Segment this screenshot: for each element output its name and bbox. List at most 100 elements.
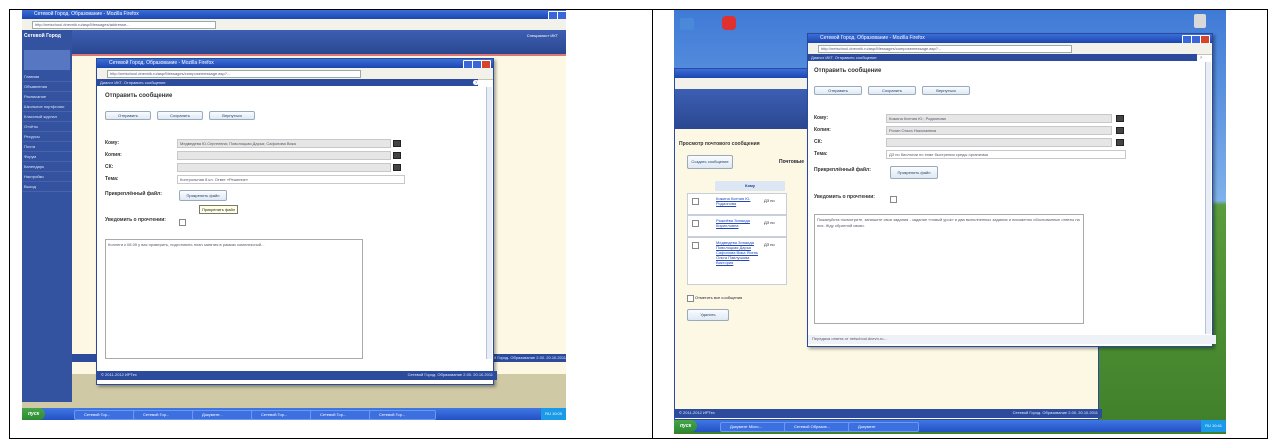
left-screenshot: Сетевой Город. Образование - Mozilla Fir… [22,10,566,420]
copy-book-icon[interactable] [393,152,401,159]
dialog-close-button-right[interactable] [1200,35,1210,43]
subject-label-right: Тема: [814,151,828,157]
dialog-status-left: © 2011-2012 ИРТех [101,372,137,377]
sidebar-item[interactable]: Отчёты [22,122,72,132]
bg-tab[interactable]: Почтовые [779,159,804,165]
delete-button[interactable]: Удалить [687,309,729,321]
row-recipient-link[interactable]: Рыжнёва Зинаида Кирилловна [716,218,760,228]
taskbar-button[interactable]: Документ Micro... [720,422,791,432]
dialog-scrollbar-right[interactable] [1205,62,1211,334]
row-recipient-link[interactable]: Медведева Зинаида Поволоцкая Дарья Сафон… [716,240,760,265]
send-button[interactable]: Отправить [105,111,151,120]
copy-book-icon-right[interactable] [1116,127,1124,134]
sidebar-item[interactable]: Выход [22,182,72,192]
back-button-right[interactable]: Вернуться [922,86,970,95]
create-message-button[interactable]: Создать сообщение [687,155,733,169]
right-screenshot: Просмотр почтового сообщения Создать соо… [674,10,1226,434]
bcc-field[interactable] [177,163,391,172]
outer-url-field[interactable]: http://netschool.dnevnik.ru/asp/Messages… [32,21,216,29]
address-book-icon[interactable] [393,140,401,147]
copy-field[interactable] [177,151,391,160]
taskbar-button[interactable]: Документ [848,422,919,432]
desktop-icon-5[interactable] [1194,14,1206,28]
system-tray-right: RU 10:41 [1201,420,1226,432]
save-button[interactable]: Сохранить [157,111,203,120]
to-label: Кому: [105,140,120,146]
taskbar-button[interactable]: Документ... [192,410,259,420]
left-sidebar: Сетевой Город Главная Объявления Расписани… [22,30,72,402]
attach-label-right: Прикреплённый файл: [814,167,871,173]
tooltip: Прикрепить файл [199,205,239,214]
dialog-window: Сетевой Город. Образование - Mozilla Fir… [96,58,497,385]
table-row[interactable]: Рыжнёва Зинаида Кирилловна ДЗ по [687,215,787,237]
dialog-window-right: Сетевой Город. Образование - Mozilla Fir… [807,33,1216,347]
subject-field[interactable]: Контрольная 8 кл. Ответ «Решение» [177,175,405,184]
sidebar-title: Сетевой Город [24,33,61,39]
notify-label-right: Уведомить о прочтении: [814,194,875,200]
subject-field-right[interactable]: ДЗ по биологии по теме быстрения среды о… [886,150,1126,159]
maximize-button[interactable] [557,11,566,19]
sidebar-item[interactable]: Ресурсы [22,132,72,142]
dialog-url-field-right[interactable]: http://netschool.dnevnik.ru/asp/Messages… [818,45,1072,53]
table-row[interactable]: Медведева Зинаида Поволоцкая Дарья Сафон… [687,237,787,285]
sidebar-item[interactable]: Классный журнал [22,112,72,122]
start-button-right[interactable]: пуск [674,420,698,432]
row-checkbox[interactable] [692,220,699,227]
taskbar-button[interactable]: Сетевой Гор... [74,410,141,420]
desktop-icon-1[interactable] [680,18,694,30]
sidebar-item[interactable]: Объявления [22,82,72,92]
subject-label: Тема: [105,176,119,182]
copy-label: Копия: [105,152,122,158]
copy-label-right: Копия: [814,127,831,133]
dialog-help-icon[interactable]: ? [473,80,479,85]
dialog-close-button[interactable] [481,60,491,68]
bcc-book-icon[interactable] [393,164,401,171]
bcc-label: СК: [105,164,114,170]
taskbar-button[interactable]: Сетевой Гор... [369,410,436,420]
top-right-user[interactable]: Специалист ИКТ [527,33,558,38]
save-button-right[interactable]: Сохранить [868,86,916,95]
dialog-help-icon-right[interactable]: ? [1198,55,1204,60]
sidebar-item[interactable]: Расписание [22,92,72,102]
address-book-icon-right[interactable] [1116,115,1124,122]
start-button[interactable]: пуск [22,408,46,420]
row-recipient-link[interactable]: Кожина Ксения Ю. Родионова [716,196,760,206]
sidebar-item[interactable]: Настройки [22,172,72,182]
notify-checkbox[interactable] [179,219,186,226]
row-checkbox[interactable] [692,198,699,205]
row-subject: ДЗ по [764,242,775,247]
row-checkbox[interactable] [692,242,699,249]
to-field-right[interactable]: Кожина Ксения Ю.; Родионова [886,114,1112,123]
sidebar-item[interactable]: Почта [22,142,72,152]
dialog-url-field[interactable]: http://netschool.dnevnik.ru/asp/Messages… [107,70,361,78]
bcc-book-icon-right[interactable] [1116,139,1124,146]
dialog-info-bar-right: Диалог ИКТ. Отправить сообщение [808,54,1197,61]
message-body[interactable]: Коллеги к 08.09 у вас проверить, подгото… [105,239,363,359]
dialog-scrollbar[interactable] [486,87,492,359]
send-button-right[interactable]: Отправить [814,86,862,95]
bg-status-bar: © 2011-2012 ИРТех Сетевой Город. Образов… [675,409,1102,418]
dialog-status-text-right: Передача ответа от netschool.dnevn.ru... [812,336,887,341]
taskbar-button[interactable]: Сетевой Образов... [784,422,855,432]
attach-file-button[interactable]: Прикрепить файл [179,190,227,201]
taskbar-button[interactable]: Сетевой Гор... [310,410,377,420]
bcc-field-right[interactable] [886,138,1112,147]
sidebar-item[interactable]: Главная [22,72,72,82]
notify-checkbox-right[interactable] [890,196,897,203]
taskbar-right: пуск Документ Micro... Сетевой Образов...… [674,420,1226,432]
table-row[interactable]: Кожина Ксения Ю. Родионова ДЗ по [687,193,787,215]
sidebar-item[interactable]: Календарь [22,162,72,172]
message-body-right[interactable]: Пожалуйста посмотрите, запишите свои зад… [814,214,1084,324]
taskbar-button[interactable]: Сетевой Гор... [251,410,318,420]
sidebar-item[interactable]: Школьное портфолио [22,102,72,112]
select-all-checkbox[interactable] [687,295,694,302]
back-button[interactable]: Вернуться [209,111,255,120]
notify-label: Уведомить о прочтении: [105,217,166,223]
to-field[interactable]: Медведева Ю.Сергеевна; Поволоцкая Дарья;… [177,139,391,148]
sidebar-item[interactable]: Форум [22,152,72,162]
desktop-icon-2[interactable] [722,16,736,30]
copy-field-right[interactable]: Ролин Ольга Николаевна [886,126,1112,135]
taskbar-button[interactable]: Сетевой Гор... [133,410,200,420]
attach-file-button-right[interactable]: Прикрепить файл [890,166,938,179]
outer-title-text: Сетевой Город. Образование - Mozilla Fir… [34,11,139,17]
